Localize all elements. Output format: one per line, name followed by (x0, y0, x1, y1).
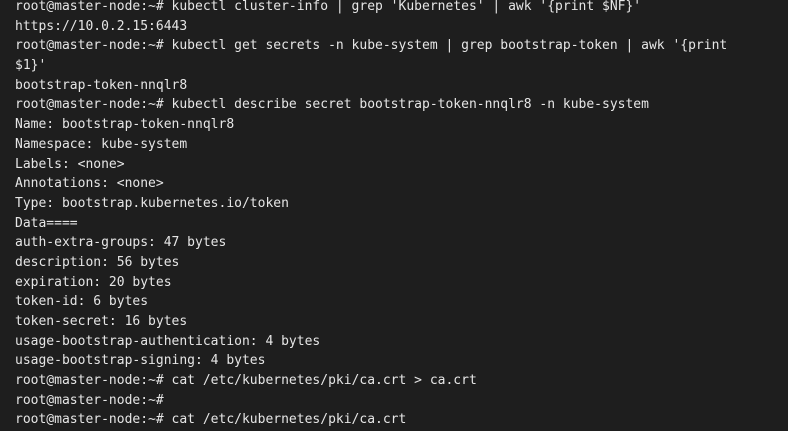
terminal-line: auth-extra-groups: 47 bytes (15, 235, 227, 251)
terminal-line: Type: bootstrap.kubernetes.io/token (15, 195, 289, 211)
terminal-line: Namespace: kube-system (15, 136, 188, 152)
terminal-line: token-secret: 16 bytes (15, 314, 188, 329)
terminal-output[interactable]: root@master-node:~# kubectl cluster-info… (0, 0, 788, 428)
terminal-line: usage-bootstrap-signing: 4 bytes (15, 353, 266, 369)
terminal-line: root@master-node:~# cat /etc/kubernetes/… (15, 412, 407, 428)
terminal-line: Labels: <none> (15, 156, 125, 172)
terminal-line: root@master-node:~# kubectl get secrets … (15, 38, 728, 54)
terminal-line: Name: bootstrap-token-nnqlr8 (15, 117, 235, 133)
terminal-line: root@master-node:~# kubectl cluster-info… (15, 0, 642, 14)
terminal-line: root@master-node:~# cat /etc/kubernetes/… (15, 373, 477, 389)
terminal-line: bootstrap-token-nnqlr8 (15, 77, 188, 93)
terminal-line: root@master-node:~# kubectl describe sec… (15, 97, 649, 113)
terminal-line: token-id: 6 bytes (15, 294, 149, 310)
terminal-line: Data==== (15, 215, 78, 231)
terminal-line: $1}' (15, 58, 47, 74)
terminal-line: https://10.0.2.15:6443 (15, 18, 188, 34)
terminal-line: Annotations: <none> (15, 176, 164, 192)
terminal-line: usage-bootstrap-authentication: 4 bytes (15, 333, 321, 349)
terminal-line: expiration: 20 bytes (15, 274, 172, 290)
terminal-line: description: 56 bytes (15, 254, 180, 270)
terminal-line: root@master-node:~# (15, 392, 164, 408)
